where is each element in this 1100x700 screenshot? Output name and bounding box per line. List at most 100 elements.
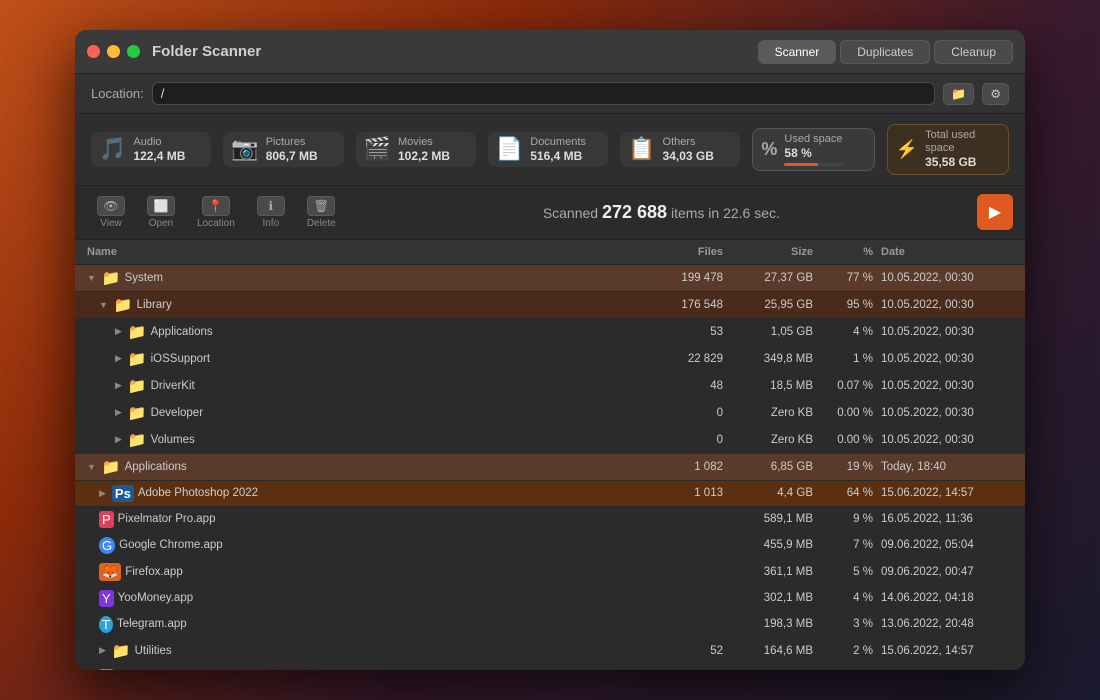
delete-button[interactable]: 🗑 Delete	[297, 192, 346, 233]
chrome-icon: G	[99, 537, 115, 554]
table-row[interactable]: Y YooMoney.app 302,1 MB 4 % 14.06.2022, …	[75, 586, 1025, 612]
folder-icon: 📁	[128, 431, 147, 449]
stat-audio: 🎵 Audio 122,4 MB	[91, 132, 211, 168]
table-row[interactable]: ▶ 📁 iOSSupport 22 829 349,8 MB 1 % 10.05…	[75, 346, 1025, 373]
file-name: Developer	[151, 407, 203, 419]
row-files: 53	[637, 325, 727, 339]
open-button[interactable]: ⬜ Open	[137, 192, 185, 233]
expand-icon: ▶	[115, 434, 122, 445]
audio-label: Audio	[133, 136, 185, 149]
row-files	[637, 518, 727, 520]
table-row[interactable]: ▶ 📁 DriverKit 48 18,5 MB 0.07 % 10.05.20…	[75, 373, 1025, 400]
table-row[interactable]: ▶ 📁 Volumes 0 Zero KB 0.00 % 10.05.2022,…	[75, 427, 1025, 454]
minimize-button[interactable]	[107, 45, 120, 58]
row-date: 14.06.2022, 04:18	[877, 591, 1017, 605]
folder-icon: 📁	[102, 269, 121, 287]
location-input[interactable]	[152, 82, 936, 105]
file-name: DriverKit	[151, 380, 195, 392]
expand-icon: ▶	[115, 353, 122, 364]
folder-icon: 📁	[102, 458, 121, 476]
col-name: Name	[83, 244, 637, 260]
scan-prefix: Scanned	[543, 205, 602, 221]
file-name: Firefox.app	[125, 566, 183, 578]
col-files: Files	[637, 244, 727, 260]
row-files	[637, 544, 727, 546]
scanner-button[interactable]: Scanner	[758, 40, 837, 64]
info-label: Info	[262, 218, 279, 229]
row-name-developer: ▶ 📁 Developer	[83, 403, 637, 423]
row-date: 10.05.2022, 00:30	[877, 325, 1017, 339]
row-date: 10.05.2022, 00:30	[877, 271, 1017, 285]
ps-icon: Ps	[112, 485, 134, 502]
play-button[interactable]: ▶	[977, 194, 1013, 230]
table-row[interactable]: ▼ 📁 Library 176 548 25,95 GB 95 % 10.05.…	[75, 292, 1025, 319]
view-button[interactable]: 👁 View	[87, 192, 135, 233]
row-size: Zero KB	[727, 406, 817, 420]
action-buttons: 👁 View ⬜ Open 📍 Location ℹ Info 🗑 Delete	[87, 192, 346, 233]
file-name: Volumes	[151, 434, 195, 446]
stat-others: 📋 Others 34,03 GB	[620, 132, 740, 168]
table-row[interactable]: ▼ 📁 Applications 1 082 6,85 GB 19 % Toda…	[75, 454, 1025, 481]
delete-label: Delete	[307, 218, 336, 229]
used-space-value: 58 %	[784, 146, 842, 160]
pictures-value: 806,7 MB	[266, 149, 318, 163]
table-row[interactable]: ▶ 📁 Applications 53 1,05 GB 4 % 10.05.20…	[75, 319, 1025, 346]
row-name-telegram: T Telegram.app	[83, 615, 637, 634]
table-row[interactable]: ▶ Ps Adobe Photoshop 2022 1 013 4,4 GB 6…	[75, 481, 1025, 507]
cleanup-button[interactable]: Cleanup	[934, 40, 1013, 64]
duplicates-button[interactable]: Duplicates	[840, 40, 930, 64]
scan-count: 272 688	[602, 202, 667, 222]
row-date: 10.05.2022, 00:30	[877, 433, 1017, 447]
maximize-button[interactable]	[127, 45, 140, 58]
scan-suffix: items in 22.6 sec.	[671, 205, 780, 221]
location-button[interactable]: 📍 Location	[187, 192, 245, 233]
movies-label: Movies	[398, 136, 450, 149]
table-row[interactable]: G Google Chrome.app 455,9 MB 7 % 09.06.2…	[75, 533, 1025, 559]
row-size: 4,4 GB	[727, 486, 817, 500]
table-row[interactable]: T Telegram.app 198,3 MB 3 % 13.06.2022, …	[75, 612, 1025, 638]
row-files: 176 548	[637, 298, 727, 312]
table-row[interactable]: 🦊 Firefox.app 361,1 MB 5 % 09.06.2022, 0…	[75, 559, 1025, 586]
table-row[interactable]: ▼ 📁 System 199 478 27,37 GB 77 % 10.05.2…	[75, 265, 1025, 292]
scan-info: Scanned 272 688 items in 22.6 sec.	[346, 202, 977, 223]
browse-button[interactable]: 📁	[943, 83, 974, 105]
info-button[interactable]: ℹ Info	[247, 192, 295, 233]
row-size: Zero KB	[727, 433, 817, 447]
open-icon: ⬜	[147, 196, 175, 216]
row-name-library: ▼ 📁 Library	[83, 295, 637, 315]
table-row[interactable]: P Pixelmator Pro.app 589,1 MB 9 % 16.05.…	[75, 507, 1025, 533]
location-label: Location:	[91, 86, 144, 101]
row-size: 27,37 GB	[727, 271, 817, 285]
documents-icon: 📄	[496, 136, 523, 162]
close-button[interactable]	[87, 45, 100, 58]
folder-icon: 📁	[128, 404, 147, 422]
row-percent: 77 %	[817, 271, 877, 285]
view-label: View	[100, 218, 122, 229]
table-row[interactable]: ▶ 📁 Developer 0 Zero KB 0.00 % 10.05.202…	[75, 400, 1025, 427]
expand-icon: ▶	[115, 326, 122, 337]
file-name: Pixelmator Pro.app	[118, 513, 216, 525]
folder-icon: 📁	[128, 350, 147, 368]
documents-value: 516,4 MB	[530, 149, 586, 163]
expand-icon: ▶	[99, 488, 106, 499]
audio-icon: 🎵	[99, 136, 126, 162]
location-label: Location	[197, 218, 235, 229]
row-name-photoshop: ▶ Ps Adobe Photoshop 2022	[83, 484, 637, 503]
row-name-utilities: ▶ 📁 Utilities	[83, 641, 637, 661]
view-icon: 👁	[97, 196, 125, 216]
location-bar: Location: 📁 ⚙	[75, 74, 1025, 114]
row-files: 199 478	[637, 271, 727, 285]
ym-icon: Y	[99, 590, 114, 607]
row-percent: 2 %	[817, 644, 877, 658]
expand-icon: ▼	[87, 462, 96, 472]
file-name: Applications	[151, 326, 213, 338]
table-row[interactable]: ▶ 📁 Utilities 52 164,6 MB 2 % 15.06.2022…	[75, 638, 1025, 665]
table-row[interactable]: A App Cleaner 7.app 78,8 MB 1 % 27.04.20…	[75, 665, 1025, 670]
settings-button[interactable]: ⚙	[982, 83, 1009, 105]
file-name: YooMoney.app	[118, 592, 193, 604]
total-space-label: Total used space	[925, 129, 1000, 155]
row-size: 18,5 MB	[727, 379, 817, 393]
col-size: Size	[727, 244, 817, 260]
row-name-driverkit: ▶ 📁 DriverKit	[83, 376, 637, 396]
row-size: 589,1 MB	[727, 512, 817, 526]
